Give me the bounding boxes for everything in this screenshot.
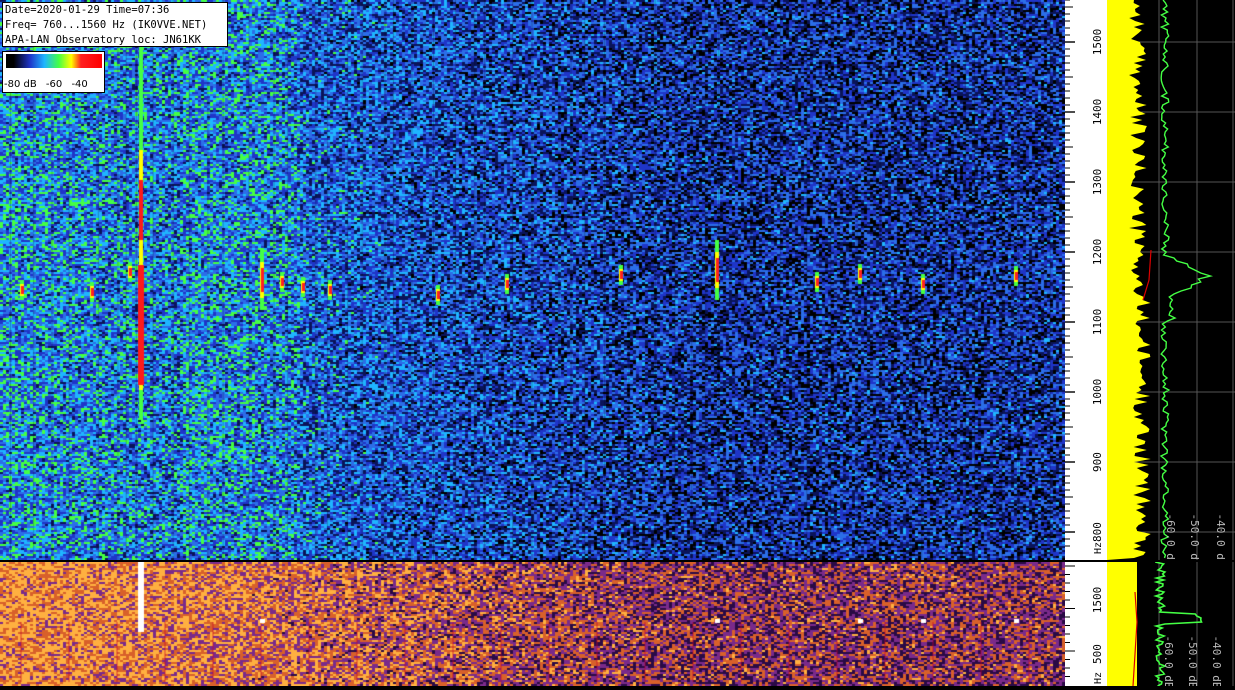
spectrum-db-label: -40.0 dB [1214, 514, 1227, 560]
color-scale-label-max: -40 [71, 79, 88, 90]
frequency-unit-label: Hz [1093, 542, 1104, 554]
spectrum-panel-svg: -60.0 dB -50.0 dB -40.0 dB [1107, 0, 1235, 567]
wide-band-db-label: -60.0 dB [1162, 636, 1175, 686]
wide-band-db-label: -40.0 dB [1210, 636, 1223, 686]
wide-band-frequency-unit-label: Hz [1093, 672, 1104, 684]
peak-marker-line [1142, 249, 1152, 301]
wide-band-spectrum-panel-svg: -60.0 dB -50.0 dB -40.0 dB [1107, 561, 1234, 689]
wide-band-frequency-axis: 1500 500 Hz [1065, 562, 1107, 686]
frequency-tick-label: 1200 [1091, 239, 1104, 266]
wide-band-spectrum-panel: -60.0 dB -50.0 dB -40.0 dB [1107, 561, 1235, 689]
observation-info-box: Date=2020-01-29 Time=07:36 Freq= 760...15… [2, 2, 228, 47]
color-scale-label-min: -80 dB [4, 79, 37, 90]
waterfall-canvas [0, 0, 1065, 560]
wide-band-waterfall-canvas [0, 562, 1065, 686]
frequency-tick-label: 800 [1091, 522, 1104, 542]
wide-band-waterfall [0, 562, 1065, 686]
frequency-tick-label: 900 [1091, 452, 1104, 472]
color-scale-legend: -80 dB -60 -40 [2, 51, 105, 93]
frequency-range-line: Freq= 760...1560 Hz (IK0VVE.NET) [5, 19, 208, 31]
wide-band-noise-fill [1107, 562, 1137, 686]
spectrum-panel: -60.0 dB -50.0 dB -40.0 dB [1107, 0, 1235, 567]
frequency-tick-label: 1000 [1091, 379, 1104, 406]
frequency-axis: 800 900 1000 1100 1200 1300 1400 1500 Hz [1065, 0, 1107, 560]
observatory-location-line: APA-LAN Observatory loc: JN61KK [5, 34, 201, 46]
noise-spectrum-fill [1107, 0, 1151, 560]
color-scale-bar [6, 54, 102, 68]
frequency-tick-label: 1500 [1091, 29, 1104, 56]
spectrum-db-label: -50.0 dB [1188, 514, 1201, 560]
color-scale-labels: -80 dB -60 -40 [4, 79, 94, 90]
date-time-line: Date=2020-01-29 Time=07:36 [5, 4, 170, 16]
color-scale-label-mid: -60 [45, 79, 63, 90]
wide-band-frequency-tick-label: 500 [1091, 644, 1104, 664]
frequency-tick-label: 1100 [1091, 309, 1104, 336]
frequency-axis-svg: 800 900 1000 1100 1200 1300 1400 1500 Hz [1065, 0, 1104, 554]
frequency-tick-label: 1400 [1091, 99, 1104, 126]
wide-band-frequency-tick-label: 1500 [1091, 587, 1104, 614]
main-waterfall-spectrogram [0, 0, 1065, 560]
frequency-tick-label: 1300 [1091, 169, 1104, 196]
spectrum-db-label: -60.0 dB [1164, 514, 1177, 560]
signal-spectrum-line [1159, 0, 1214, 559]
wide-band-frequency-axis-svg: 1500 500 Hz [1065, 565, 1104, 684]
wide-band-db-label: -50.0 dB [1186, 636, 1199, 686]
